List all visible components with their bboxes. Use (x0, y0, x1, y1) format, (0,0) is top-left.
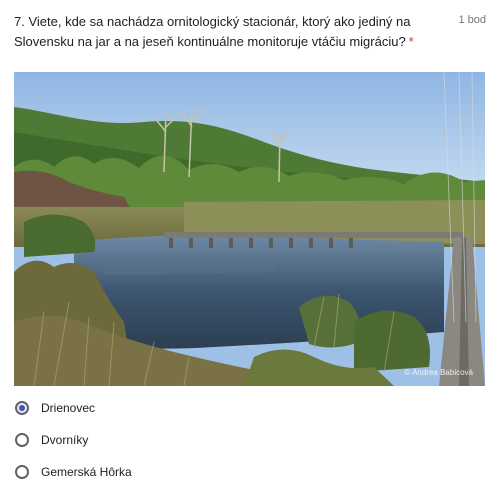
option-drienovec[interactable]: Drienovec (14, 392, 484, 424)
radio-button-selected[interactable] (15, 401, 29, 415)
wetland-photo (14, 72, 485, 386)
photo-credit: © Andrea Babicová (404, 368, 473, 377)
option-gemerska-horka[interactable]: Gemerská Hôrka (14, 456, 484, 488)
question-text: 7. Viete, kde sa nachádza ornitologický … (14, 14, 411, 49)
answer-options: Drienovec Dvorníky Gemerská Hôrka (14, 392, 484, 488)
question-image: © Andrea Babicová (14, 72, 485, 386)
required-asterisk: * (408, 34, 414, 49)
question-title: 7. Viete, kde sa nachádza ornitologický … (14, 12, 414, 52)
option-label: Dvorníky (41, 433, 89, 447)
radio-button[interactable] (15, 465, 29, 479)
radio-button[interactable] (15, 433, 29, 447)
option-dvorniky[interactable]: Dvorníky (14, 424, 484, 456)
option-label: Drienovec (41, 401, 96, 415)
points-label: 1 bod (458, 14, 486, 26)
option-label: Gemerská Hôrka (41, 465, 132, 479)
